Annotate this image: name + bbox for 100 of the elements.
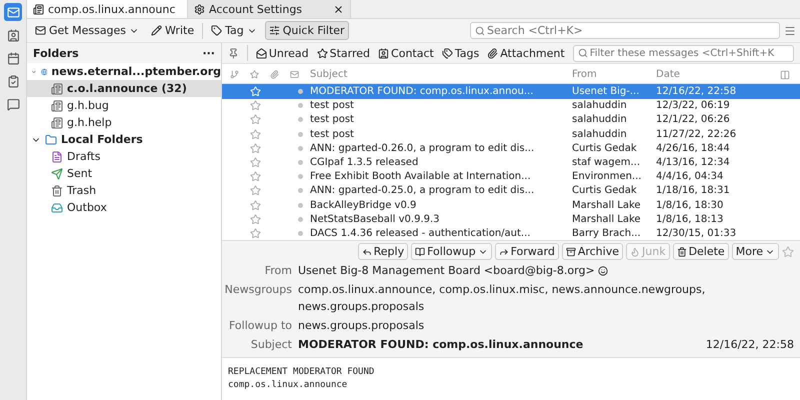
star-icon[interactable]: [250, 157, 261, 168]
star-icon[interactable]: [250, 142, 261, 154]
read-status-icon: [298, 230, 302, 236]
toolbar-button[interactable]: Write: [147, 21, 198, 40]
folder-name: Drafts: [67, 150, 100, 163]
star-icon[interactable]: [250, 128, 261, 140]
star-icon[interactable]: [250, 185, 261, 196]
star-icon[interactable]: [250, 114, 261, 126]
paper-plane-icon: [51, 168, 63, 180]
column-header[interactable]: Date: [656, 69, 780, 80]
envelope-icon[interactable]: [290, 70, 299, 80]
folder-name: g.h.help: [67, 116, 112, 129]
header-value: MODERATOR FOUND: comp.os.linux.announce: [298, 337, 584, 353]
pin-icon[interactable]: [228, 48, 239, 59]
action-button[interactable]: Archive: [562, 243, 623, 260]
thread-icon[interactable]: [230, 70, 239, 80]
date-cell-text: 4/13/16, 12:34: [656, 157, 731, 168]
paperclip-icon[interactable]: [270, 70, 279, 80]
search-field[interactable]: Search <Ctrl+K>: [470, 22, 780, 39]
tab[interactable]: comp.os.linux.announc: [27, 0, 188, 18]
filter-toggle[interactable]: Tags: [442, 46, 480, 60]
folder-item[interactable]: Trash: [27, 182, 221, 199]
mail-icon[interactable]: [4, 3, 22, 21]
reply-icon: [362, 246, 372, 256]
contact-icon[interactable]: [598, 266, 608, 276]
star-icon[interactable]: [250, 171, 261, 182]
search-icon: [475, 26, 485, 36]
folder-item[interactable]: g.h.bug: [27, 97, 221, 114]
column-header[interactable]: Subject: [310, 69, 572, 80]
tab-label: Account Settings: [209, 2, 304, 16]
folder-item[interactable]: Sent: [27, 165, 221, 182]
tag-icon: [442, 48, 453, 59]
folder-item[interactable]: g.h.help: [27, 114, 221, 131]
action-button[interactable]: Reply: [358, 243, 408, 260]
toolbar-button[interactable]: Tag: [207, 21, 261, 40]
from-cell-text: salahuddin: [572, 114, 628, 126]
star-icon[interactable]: [250, 70, 259, 80]
filter-toggle[interactable]: Contact: [378, 46, 434, 60]
toolbar-button[interactable]: Get Messages: [31, 21, 144, 40]
folder-item[interactable]: news.eternal...ptember.org: [27, 63, 221, 80]
read-status-icon: [298, 202, 302, 208]
read-status-icon: [298, 160, 302, 166]
menu-icon[interactable]: [784, 24, 796, 36]
contact-card-icon: [378, 48, 390, 59]
from-cell-text: salahuddin: [572, 100, 628, 112]
folder-item[interactable]: Local Folders: [27, 131, 221, 148]
subject-cell-text: test post: [310, 100, 355, 112]
date-cell-text: 12/1/22, 06:26: [656, 114, 731, 126]
from-cell-text: Marshall Lake: [572, 200, 642, 211]
subject-cell-text: test post: [310, 114, 355, 126]
filter-field[interactable]: Filter these messages <Ctrl+Shift+K: [572, 44, 794, 62]
message-row[interactable]: MODERATOR FOUND: comp.os.linux.annou... Usenet Big-... 12/16/22, 22:58: [222, 84, 800, 99]
date-cell-text: 12/16/22, 22:58: [656, 86, 738, 98]
star-icon[interactable]: [250, 214, 261, 225]
column-picker-icon[interactable]: [780, 70, 790, 80]
column-header[interactable]: From: [572, 69, 656, 80]
folder-item[interactable]: Outbox: [27, 199, 221, 216]
action-button[interactable]: Delete: [672, 243, 729, 260]
subject-cell-text: test post: [310, 128, 355, 140]
action-button[interactable]: Followup: [411, 243, 492, 260]
read-status-icon: [298, 117, 302, 122]
action-button[interactable]: More: [732, 243, 779, 260]
message-row[interactable]: test post salahuddin 12/3/22, 06:19: [222, 98, 800, 113]
date-cell-text: 1/18/16, 18:31: [656, 185, 731, 196]
folder-item[interactable]: Drafts: [27, 148, 221, 165]
read-status-icon: [298, 174, 302, 180]
subject-cell-text: ANN: gparted-0.26.0, a program to edit dis...: [310, 142, 536, 154]
more-options[interactable]: ···: [202, 46, 215, 60]
star-icon[interactable]: [250, 200, 261, 211]
pane-title: Folders: [33, 46, 79, 60]
filter-toggle[interactable]: Attachment: [487, 46, 565, 60]
star-icon[interactable]: [250, 100, 261, 112]
header-value: comp.os.linux.announce, comp.os.linux.misc, news.announce.newgroups,: [298, 282, 706, 298]
forward-icon: [498, 246, 509, 256]
folder-item[interactable]: c.o.l.announce (32): [27, 80, 221, 97]
from-cell-text: Usenet Big-...: [572, 86, 640, 98]
envelope-icon: [256, 48, 267, 59]
settings-icon: [194, 4, 205, 14]
read-status-icon: [298, 103, 302, 108]
header-label: Followup to: [228, 318, 292, 334]
action-button[interactable]: Forward: [494, 243, 559, 260]
star-icon[interactable]: [250, 228, 261, 239]
header-label: Subject: [250, 337, 292, 353]
close-icon[interactable]: [333, 4, 344, 14]
paperclip-icon: [487, 48, 498, 59]
folder-name: Trash: [67, 184, 96, 197]
date-cell-text: 1/8/16, 18:13: [656, 214, 724, 225]
header-value: news.groups.proposals: [298, 318, 424, 334]
message-date: 12/16/22, 22:58: [706, 337, 794, 353]
toolbar-button[interactable]: Quick Filter: [264, 21, 349, 40]
subject-cell-text: CGIpaf 1.3.5 released: [310, 157, 420, 168]
filter-toggle[interactable]: Unread: [256, 46, 309, 60]
filter-toggle[interactable]: Starred: [316, 46, 370, 60]
from-cell-text: Marshall Lake: [572, 214, 642, 225]
tab[interactable]: Account Settings: [188, 0, 351, 18]
header-value: news.groups.proposals: [298, 299, 424, 315]
star-icon[interactable]: [782, 246, 794, 258]
body-line: REPLACEMENT MODERATOR FOUND: [228, 366, 376, 379]
pencil-icon: [151, 25, 162, 36]
subject-cell-text: DACS 1.4.36 released - authentication/aut...: [310, 228, 532, 239]
